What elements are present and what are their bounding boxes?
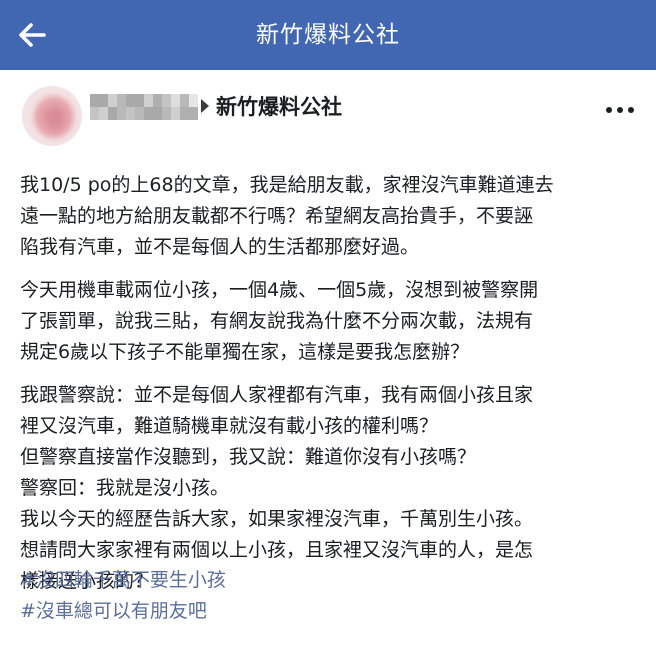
hashtag-list: #沒四輪千萬不要生小孩 #沒車總可以有朋友吧 [20, 565, 226, 627]
post-text-line: 規定6歲以下孩子不能單獨在家，這樣是要我怎麼辦？ [20, 341, 470, 363]
arrow-left-icon [19, 23, 46, 47]
post-text-line: 了張罰單，說我三貼，有網友說我為什麼不分兩次載，法規有 [20, 310, 534, 332]
post-text-line: 我以今天的經歷告訴大家，如果家裡沒汽車，千萬別生小孩。 [20, 508, 534, 530]
post-text-line: 我10/5 po的上68的文章，我是給朋友載，家裡沒汽車難道連去 [20, 174, 554, 196]
post-text-line: 想請問大家家裡有兩個以上小孩，且家裡又沒汽車的人，是怎 [20, 539, 534, 561]
post-body: 我10/5 po的上68的文章，我是給朋友載，家裡沒汽車難道連去 遠一點的地方給… [20, 170, 640, 609]
back-button[interactable] [14, 17, 50, 53]
post-paragraph: 我10/5 po的上68的文章，我是給朋友載，家裡沒汽車難道連去 遠一點的地方給… [20, 170, 640, 263]
page-title: 新竹爆料公社 [256, 22, 400, 48]
post-header: 新竹爆料公社 [0, 80, 656, 150]
post-text-line: 今天用機車載兩位小孩，一個4歲、一個5歲，沒想到被警察開 [20, 279, 539, 301]
top-navigation-bar: 新竹爆料公社 [0, 0, 656, 70]
hashtag-link[interactable]: #沒車總可以有朋友吧 [20, 596, 226, 627]
poster-name-blurred[interactable] [90, 94, 198, 120]
caret-right-icon [201, 99, 209, 113]
hashtag-link[interactable]: #沒四輪千萬不要生小孩 [20, 565, 226, 596]
avatar[interactable] [22, 86, 82, 146]
post-text-line: 遠一點的地方給朋友載都不行嗎？希望網友高抬貴手，不要誣 [20, 205, 534, 227]
post-paragraph: 今天用機車載兩位小孩，一個4歲、一個5歲，沒想到被警察開 了張罰單，說我三貼，有… [20, 275, 640, 368]
ellipsis-icon [606, 107, 612, 113]
more-options-button[interactable] [604, 98, 638, 122]
group-name-link[interactable]: 新竹爆料公社 [216, 91, 342, 121]
post-text-line: 警察回：我就是沒小孩。 [20, 477, 230, 499]
post-text-line: 裡又沒汽車，難道騎機車就沒有載小孩的權利嗎？ [20, 415, 439, 437]
post-text-line: 陷我有汽車，並不是每個人的生活都那麼好過。 [20, 236, 420, 258]
post-text-line: 我跟警察說：並不是每個人家裡都有汽車，我有兩個小孩且家 [20, 384, 534, 406]
post-text-line: 但警察直接當作沒聽到，我又說：難道你沒有小孩嗎？ [20, 446, 477, 468]
post-screen: 新竹爆料公社 新竹爆料公社 我10/5 po的上68的文章，我是給朋友載，家裡沒… [0, 0, 656, 650]
